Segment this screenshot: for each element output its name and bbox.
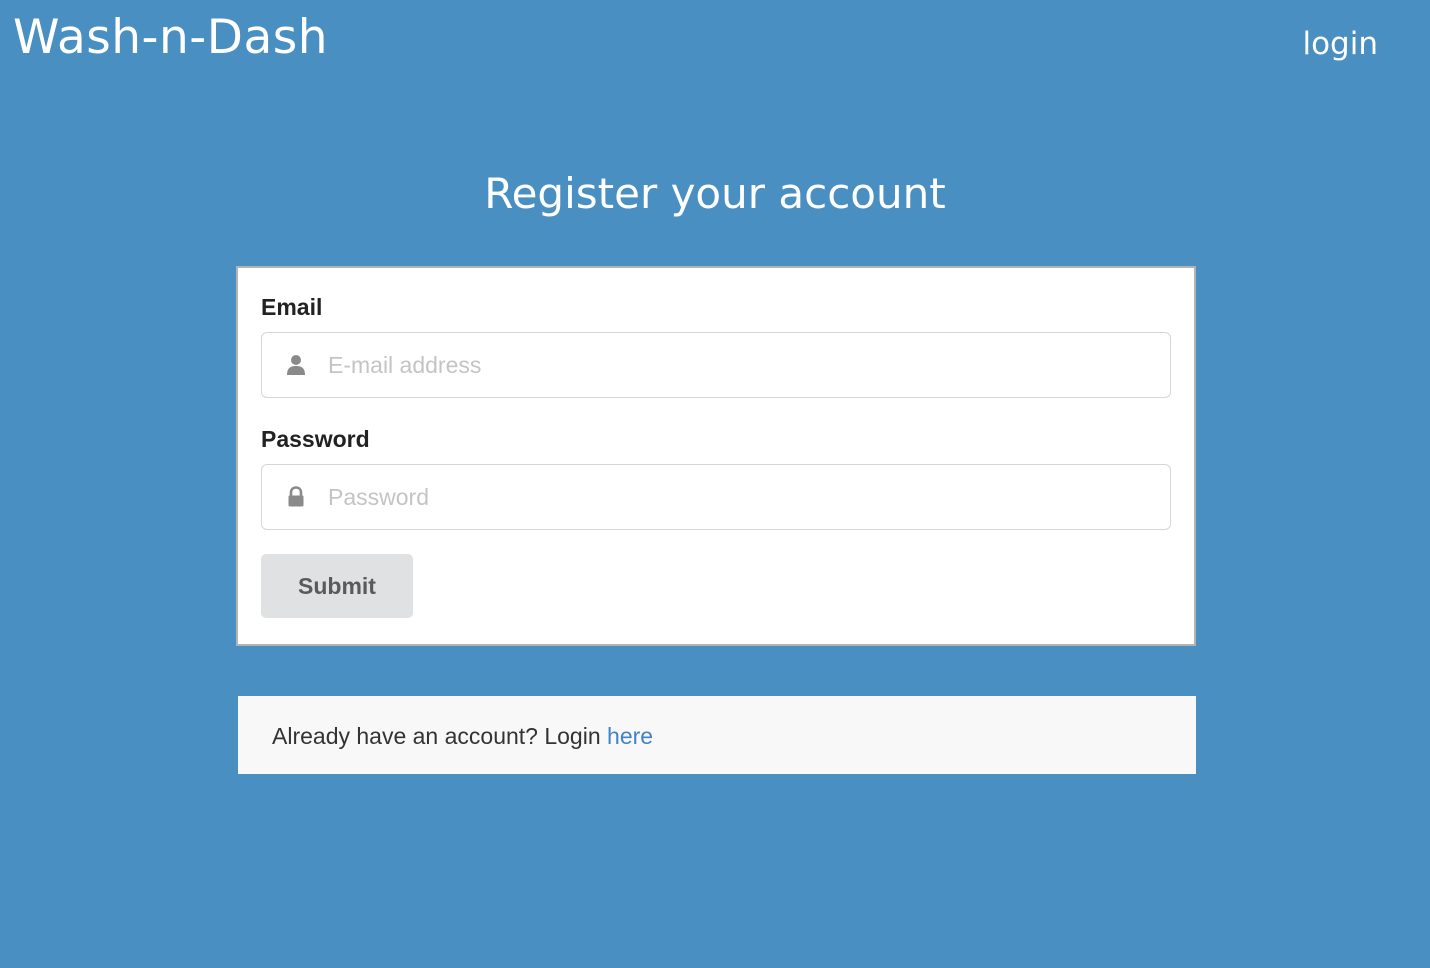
password-field-wrapper: [261, 464, 1171, 530]
register-form: Email Password Submit: [236, 266, 1196, 646]
password-label: Password: [261, 426, 370, 452]
nav-login-link[interactable]: login: [1302, 22, 1378, 66]
page-title: Register your account: [484, 169, 946, 218]
submit-button[interactable]: Submit: [261, 554, 413, 618]
login-message: Already have an account? Login here: [238, 696, 1196, 774]
email-field-wrapper: [261, 332, 1171, 398]
password-input[interactable]: [328, 465, 1148, 529]
email-label: Email: [261, 294, 323, 320]
login-message-text: Already have an account? Login: [272, 723, 608, 749]
email-input[interactable]: [328, 333, 1148, 397]
user-icon: [287, 355, 305, 375]
lock-icon: [288, 486, 304, 507]
brand-logo[interactable]: Wash-n-Dash: [13, 8, 328, 68]
login-here-link[interactable]: here: [607, 723, 653, 749]
